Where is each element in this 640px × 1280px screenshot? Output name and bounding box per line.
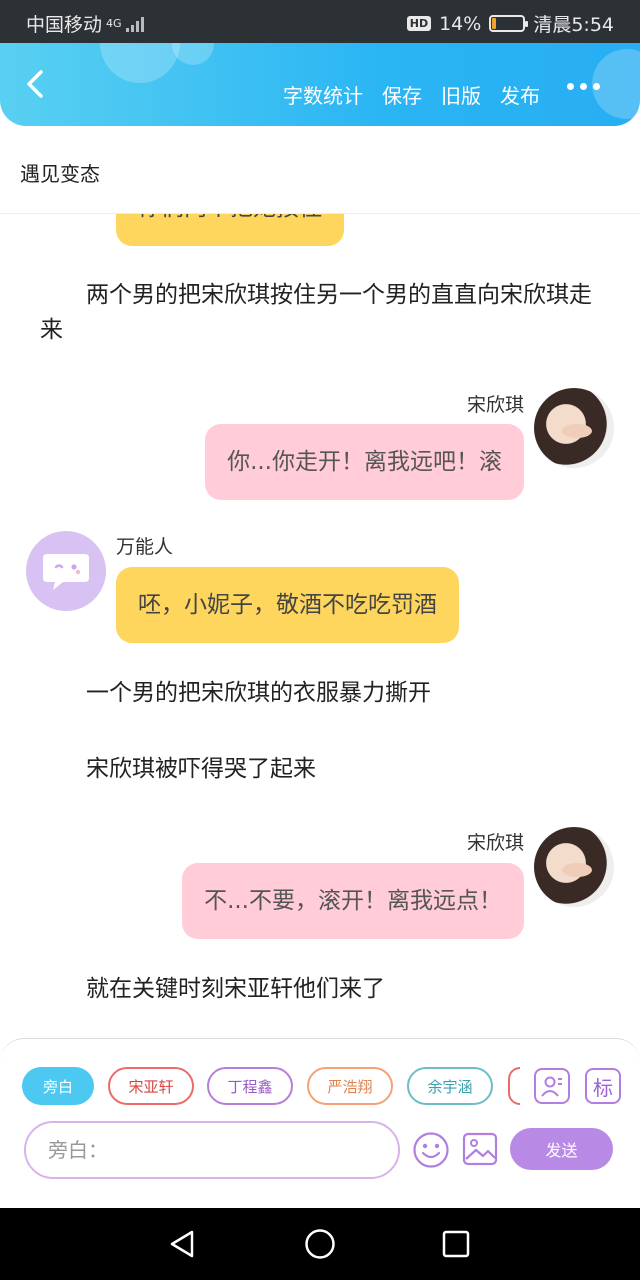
role-chip-overflow[interactable] — [508, 1067, 520, 1105]
story-content[interactable]: 你们两个把她按住 两个男的把宋欣琪按住另一个男的直直向宋欣琪走来 宋欣琪 你..… — [0, 214, 640, 1038]
character-icon[interactable] — [534, 1068, 570, 1104]
word-count-button[interactable]: 字数统计 — [283, 80, 363, 109]
narration-text[interactable]: 两个男的把宋欣琪按住另一个男的直直向宋欣琪走来 — [40, 278, 596, 348]
nav-recents-button[interactable] — [440, 1228, 472, 1260]
old-version-button[interactable]: 旧版 — [441, 80, 481, 109]
tag-button[interactable]: 标 — [585, 1068, 621, 1104]
status-bar: 中国移动 4G HD 14% 清晨5:54 — [0, 0, 640, 43]
person-icon — [541, 1076, 562, 1097]
role-chip[interactable]: 宋亚轩 — [108, 1067, 194, 1105]
role-chip-narration[interactable]: 旁白 — [22, 1067, 94, 1105]
hd-icon: HD — [406, 16, 432, 31]
avatar[interactable] — [26, 531, 106, 611]
chevron-left-icon — [27, 70, 43, 98]
speaker-name: 宋欣琪 — [466, 832, 524, 854]
square-recents-icon — [442, 1230, 470, 1258]
speaker-name: 万能人 — [116, 536, 174, 558]
message-bubble[interactable]: 你...你走开！离我远吧！滚 — [205, 424, 524, 500]
signal-icon — [125, 16, 144, 32]
message-bubble[interactable]: 呸，小妮子，敬酒不吃吃罚酒 — [116, 567, 459, 643]
message-bubble-partial[interactable]: 你们两个把她按住 — [116, 214, 344, 246]
nav-back-button[interactable] — [166, 1228, 198, 1260]
circle-home-icon — [305, 1229, 335, 1259]
save-button[interactable]: 保存 — [382, 80, 422, 109]
clock: 清晨5:54 — [533, 14, 614, 36]
compose-panel: 旁白 宋亚轩 丁程鑫 严浩翔 余宇涵 标 发送 — [0, 1038, 640, 1208]
network-type: 4G — [106, 17, 122, 30]
image-icon[interactable] — [462, 1131, 498, 1167]
carrier-name: 中国移动 — [26, 14, 103, 36]
battery-fill — [492, 18, 497, 29]
role-chip[interactable]: 丁程鑫 — [207, 1067, 293, 1105]
app-header: 字数统计 保存 旧版 发布 — [0, 43, 640, 126]
back-button[interactable] — [18, 67, 52, 101]
send-button[interactable]: 发送 — [510, 1128, 613, 1170]
narration-text[interactable]: 一个男的把宋欣琪的衣服暴力撕开 — [40, 676, 596, 711]
speaker-name: 宋欣琪 — [466, 394, 524, 416]
chat-bot-icon — [43, 554, 89, 590]
story-title-bar: 遇见变态 — [0, 126, 640, 214]
battery-icon — [489, 15, 529, 32]
message-bubble[interactable]: 不...不要，滚开！离我远点！ — [182, 863, 524, 939]
role-chip[interactable]: 余宇涵 — [407, 1067, 493, 1105]
avatar[interactable] — [534, 827, 614, 907]
decor-bubble — [172, 43, 214, 65]
more-options-icon[interactable] — [567, 83, 600, 90]
role-chip[interactable]: 严浩翔 — [307, 1067, 393, 1105]
system-nav-bar — [0, 1208, 640, 1280]
story-title[interactable]: 遇见变态 — [20, 158, 100, 187]
avatar[interactable] — [534, 388, 614, 468]
message-input-box[interactable] — [24, 1121, 400, 1179]
decor-bubble — [100, 43, 180, 83]
narration-text[interactable]: 就在关键时刻宋亚轩他们来了 — [40, 972, 596, 1007]
message-input[interactable] — [26, 1123, 398, 1177]
narration-text[interactable]: 宋欣琪被吓得哭了起来 — [40, 752, 596, 787]
nav-home-button[interactable] — [304, 1228, 336, 1260]
battery-percent: 14% — [439, 12, 482, 35]
publish-button[interactable]: 发布 — [500, 80, 540, 109]
emoji-icon[interactable] — [412, 1131, 450, 1169]
triangle-back-icon — [170, 1230, 194, 1258]
header-actions: 字数统计 保存 旧版 发布 — [283, 80, 540, 109]
